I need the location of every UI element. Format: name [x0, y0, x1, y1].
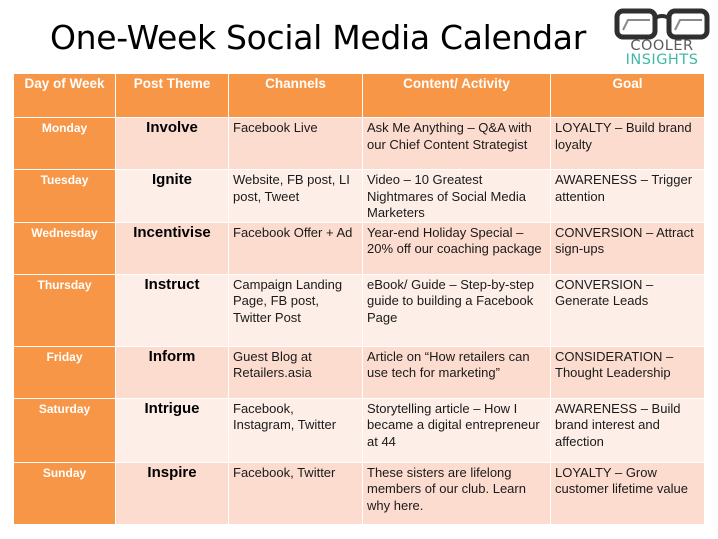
- page-title: One-Week Social Media Calendar: [50, 18, 586, 57]
- table-row: Thursday Instruct Campaign Landing Page,…: [13, 273, 705, 347]
- theme-cell: Involve: [115, 117, 229, 170]
- table-row: Sunday Inspire Facebook, Twitter These s…: [13, 461, 705, 525]
- channels-cell: Website, FB post, LI post, Tweet: [228, 169, 363, 223]
- channels-cell: Facebook, Twitter: [228, 461, 363, 525]
- day-cell: Friday: [13, 345, 116, 399]
- theme-cell: Incentivise: [115, 221, 229, 275]
- channels-cell: Facebook Live: [228, 117, 363, 170]
- day-cell: Tuesday: [13, 169, 116, 223]
- content-cell: Video – 10 Greatest Nightmares of Social…: [362, 169, 551, 223]
- header-channels: Channels: [228, 73, 363, 118]
- theme-cell: Inspire: [115, 461, 229, 525]
- theme-cell: Instruct: [115, 273, 229, 347]
- header-goal: Goal: [550, 73, 705, 118]
- day-cell: Saturday: [13, 397, 116, 463]
- day-cell: Thursday: [13, 273, 116, 347]
- table-header-row: Day of Week Post Theme Channels Content/…: [13, 73, 705, 118]
- content-cell: Year-end Holiday Special – 20% off our c…: [362, 221, 551, 275]
- content-cell: Ask Me Anything – Q&A with our Chief Con…: [362, 117, 551, 170]
- goal-cell: AWARENESS – Trigger attention: [550, 169, 705, 223]
- header-content-activity: Content/ Activity: [362, 73, 551, 118]
- content-cell: Storytelling article – How I became a di…: [362, 397, 551, 463]
- theme-cell: Intrigue: [115, 397, 229, 463]
- cooler-insights-logo: COOLER INSIGHTS: [612, 8, 712, 68]
- channels-cell: Guest Blog at Retailers.asia: [228, 345, 363, 399]
- channels-cell: Campaign Landing Page, FB post, Twitter …: [228, 273, 363, 347]
- goal-cell: AWARENESS – Build brand interest and aff…: [550, 397, 705, 463]
- day-cell: Wednesday: [13, 221, 116, 275]
- header-day-of-week: Day of Week: [13, 73, 116, 118]
- goal-cell: CONSIDERATION – Thought Leadership: [550, 345, 705, 399]
- theme-cell: Inform: [115, 345, 229, 399]
- logo-text-insights: INSIGHTS: [625, 52, 699, 68]
- day-cell: Sunday: [13, 461, 116, 525]
- goal-cell: LOYALTY – Grow customer lifetime value: [550, 461, 705, 525]
- day-cell: Monday: [13, 117, 116, 170]
- table-row: Friday Inform Guest Blog at Retailers.as…: [13, 345, 705, 399]
- table-row: Tuesday Ignite Website, FB post, LI post…: [13, 169, 705, 223]
- header-post-theme: Post Theme: [115, 73, 229, 118]
- content-cell: Article on “How retailers can use tech f…: [362, 345, 551, 399]
- theme-cell: Ignite: [115, 169, 229, 223]
- goal-cell: CONVERSION – Attract sign-ups: [550, 221, 705, 275]
- table-row: Wednesday Incentivise Facebook Offer + A…: [13, 221, 705, 275]
- glasses-icon: [614, 8, 710, 40]
- channels-cell: Facebook, Instagram, Twitter: [228, 397, 363, 463]
- goal-cell: CONVERSION – Generate Leads: [550, 273, 705, 347]
- table-row: Saturday Intrigue Facebook, Instagram, T…: [13, 397, 705, 463]
- channels-cell: Facebook Offer + Ad: [228, 221, 363, 275]
- content-cell: These sisters are lifelong members of ou…: [362, 461, 551, 525]
- social-media-calendar-table: Day of Week Post Theme Channels Content/…: [13, 73, 705, 525]
- goal-cell: LOYALTY – Build brand loyalty: [550, 117, 705, 170]
- content-cell: eBook/ Guide – Step-by-step guide to bui…: [362, 273, 551, 347]
- table-row: Monday Involve Facebook Live Ask Me Anyt…: [13, 117, 705, 170]
